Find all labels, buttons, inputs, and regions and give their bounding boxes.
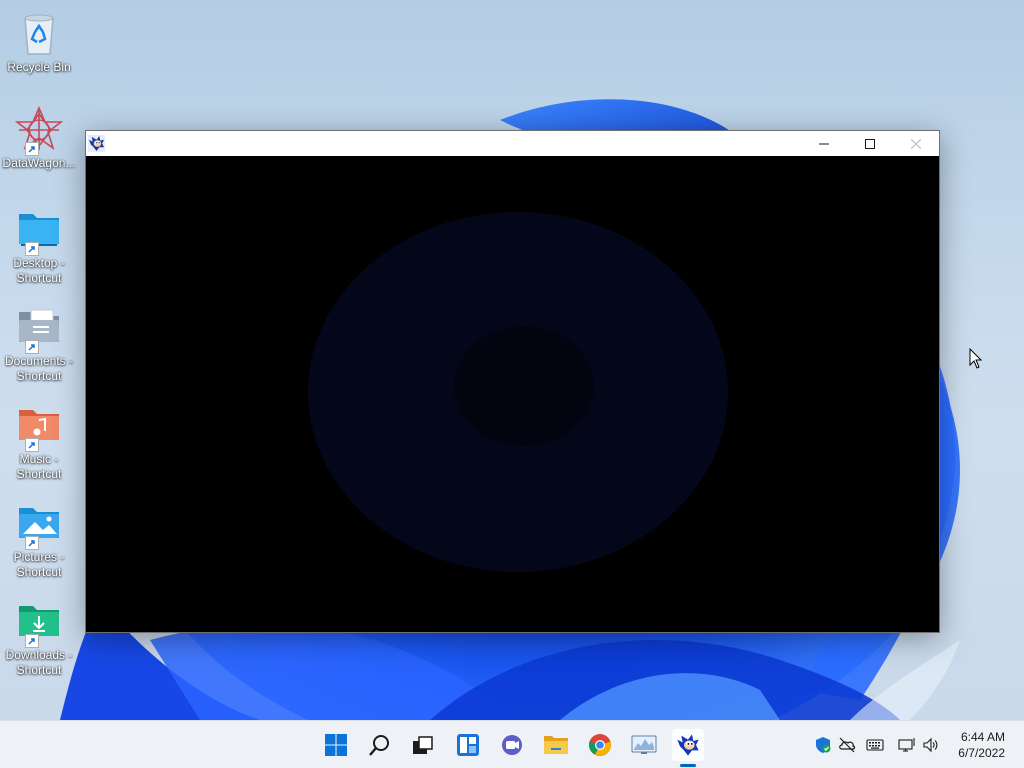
onedrive-offline-icon[interactable] — [838, 736, 856, 754]
shortcut-arrow-icon — [25, 536, 39, 550]
datawagon-icon — [15, 106, 63, 151]
shortcut-arrow-icon — [25, 634, 39, 648]
chat-icon — [502, 735, 522, 755]
music-folder-icon — [19, 410, 59, 440]
desktop-icon-downloads-shortcut[interactable]: Downloads - Shortcut — [2, 598, 76, 678]
security-shield-icon[interactable] — [814, 736, 832, 754]
desktop-icon-music-shortcut[interactable]: Music - Shortcut — [2, 402, 76, 482]
chrome-button[interactable] — [584, 729, 616, 761]
monitor-chart-icon — [631, 735, 657, 754]
desktop-icon-label: Music - Shortcut — [16, 452, 62, 481]
desktop-icon-label: Desktop - Shortcut — [13, 256, 65, 285]
chat-button[interactable] — [496, 729, 528, 761]
keyboard-icon[interactable] — [866, 736, 884, 754]
folder-icon — [544, 736, 568, 754]
desktop: Recycle Bin DataWagon... Desktop - Short… — [0, 0, 1024, 720]
file-explorer-button[interactable] — [540, 729, 572, 761]
documents-folder-icon — [19, 309, 59, 342]
close-button[interactable] — [893, 131, 939, 156]
volume-icon[interactable] — [922, 736, 940, 754]
desktop-icon-recycle-bin[interactable]: Recycle Bin — [2, 10, 76, 75]
start-button[interactable] — [320, 729, 352, 761]
network-icon[interactable] — [898, 736, 916, 754]
maximize-button[interactable] — [847, 131, 893, 156]
search-icon — [369, 735, 389, 756]
minimize-icon — [819, 143, 829, 144]
minimize-button[interactable] — [801, 131, 847, 156]
widgets-button[interactable] — [452, 729, 484, 761]
taskbar: 6:44 AM 6/7/2022 — [0, 720, 1024, 768]
windows-logo-icon — [325, 734, 347, 756]
shortcut-arrow-icon — [25, 438, 39, 452]
desktop-icon-label: DataWagon... — [2, 156, 76, 170]
shortcut-arrow-icon — [25, 340, 39, 354]
task-view-button[interactable] — [406, 729, 438, 761]
desktop-icon-label: Pictures - Shortcut — [13, 550, 65, 579]
app-window — [85, 130, 940, 633]
close-icon — [911, 138, 921, 149]
shortcut-arrow-icon — [25, 242, 39, 256]
desktop-icon-label: Recycle Bin — [7, 60, 71, 74]
pictures-folder-icon — [19, 508, 59, 538]
sonic-icon — [88, 135, 105, 152]
downloads-folder-icon — [19, 606, 59, 636]
faint-background-shape — [308, 212, 728, 572]
recycle-bin-icon — [24, 14, 54, 55]
desktop-icon-label: Downloads - Shortcut — [5, 648, 73, 677]
shortcut-arrow-icon — [25, 142, 39, 156]
sonic-app-button[interactable] — [672, 729, 704, 767]
sonic-icon — [677, 734, 699, 756]
mouse-cursor-icon — [969, 348, 983, 369]
task-view-icon — [413, 736, 433, 754]
desktop-icon-documents-shortcut[interactable]: Documents - Shortcut — [2, 304, 76, 384]
system-clock[interactable]: 6:44 AM 6/7/2022 — [945, 729, 1005, 761]
monitor-app-button[interactable] — [628, 729, 660, 761]
search-button[interactable] — [364, 729, 396, 761]
running-indicator — [680, 764, 696, 767]
clock-time: 6:44 AM — [960, 730, 1005, 744]
clock-date: 6/7/2022 — [958, 746, 1005, 760]
widgets-icon — [457, 734, 479, 756]
desktop-icon-desktop-shortcut[interactable]: Desktop - Shortcut — [2, 206, 76, 286]
desktop-icon-label: Documents - Shortcut — [4, 354, 74, 383]
desktop-folder-icon — [19, 214, 59, 246]
desktop-icon-datawagon[interactable]: DataWagon... — [2, 106, 76, 171]
window-titlebar[interactable] — [86, 131, 939, 156]
window-content[interactable] — [86, 156, 939, 632]
maximize-icon — [865, 138, 875, 149]
desktop-icon-pictures-shortcut[interactable]: Pictures - Shortcut — [2, 500, 76, 580]
chrome-icon — [589, 734, 611, 756]
